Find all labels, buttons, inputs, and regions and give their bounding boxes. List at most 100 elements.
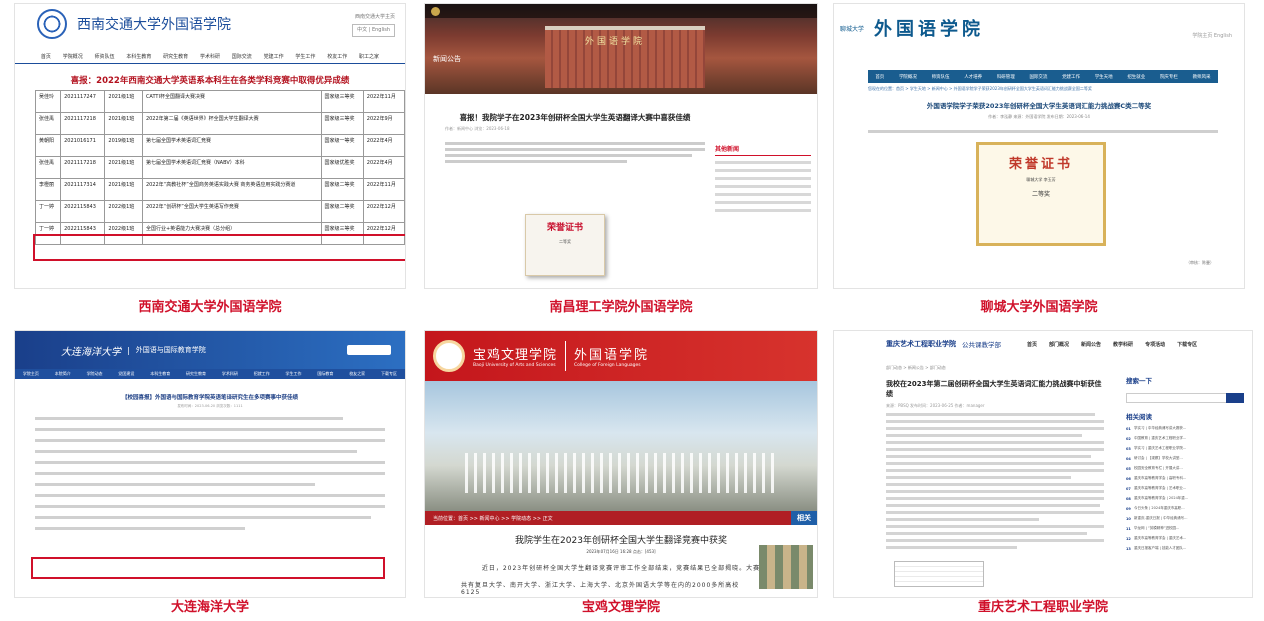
related-tab[interactable]: 相关 [791, 511, 817, 525]
related-item-number: 08 [1126, 496, 1131, 501]
nav-item[interactable]: 职工之家 [359, 53, 379, 60]
nav-item[interactable]: 下载专区 [381, 371, 397, 377]
table-cell: 国家级优胜奖 [320, 156, 364, 179]
article-headline: 外国语学院学子荣获2023年创研杯全国大学生英语词汇能力挑战赛C类二等奖 [926, 102, 1152, 110]
related-item[interactable]: 06 重庆市高等教育学会 | 高职专科... [1126, 476, 1244, 481]
related-item[interactable]: 05 校园安全教育专栏 | 开展大讲... [1126, 466, 1244, 471]
nav-item[interactable]: 首页 [1027, 341, 1037, 348]
related-item[interactable]: 10 新重庆-重庆日报 | 中华经典诵写... [1126, 516, 1244, 521]
related-item[interactable]: 03 学实习 | 重庆艺术工程职业学院... [1126, 446, 1244, 451]
nav-item[interactable]: 院庆专栏 [1160, 74, 1178, 80]
gate-sign: 外国语学院 [585, 37, 646, 47]
related-item[interactable]: 13 重庆日报客户端 | 技能人才团队... [1126, 546, 1244, 551]
search-input[interactable] [347, 345, 391, 355]
nav-item[interactable]: 招就工作 [254, 371, 270, 377]
nav-item[interactable]: 首页 [875, 74, 884, 80]
site-header: 聊城大学 外国语学院 [834, 4, 1244, 52]
related-item[interactable]: 07 重庆市高等教育学会 | 艺术职业... [1126, 486, 1244, 491]
table-row: 李橙丽 2021117314 2021级1班 2022年“高教社杯”全国商务英语实践大… [34, 178, 405, 201]
nav-item[interactable]: 学术科研 [222, 371, 238, 377]
related-item-number: 11 [1126, 526, 1131, 531]
nav-item[interactable]: 下载专区 [1177, 341, 1197, 348]
nav-item[interactable]: 学院概况 [899, 74, 917, 80]
breadcrumb[interactable]: 部门动态 > 新闻公告 > 部门动态 [886, 365, 946, 371]
related-item[interactable]: 02 中国教育 | 重庆艺术工程职业学... [1126, 436, 1244, 441]
top-right-links[interactable]: 学院主页 English [1192, 32, 1232, 39]
department-name-en: College of Foreign Languages [574, 363, 641, 368]
nav-item[interactable]: 师资队伍 [932, 74, 950, 80]
site-header: 宝鸡文理学院 Baoji University of Arts and Scie… [425, 331, 817, 381]
banner-label: 新闻公告 [433, 55, 461, 63]
related-item[interactable]: 12 重庆市高等教育学会 | 重庆艺术... [1126, 536, 1244, 541]
nav-item[interactable]: 部门概况 [1049, 341, 1069, 348]
nav-item[interactable]: 科研管理 [997, 74, 1015, 80]
table-cell: 国家级二等奖 [320, 200, 364, 223]
site-header: 重庆艺术工程职业学院 公共课教学部 首页 部门概况 新闻公告 教学科研 专项活动… [834, 331, 1252, 357]
nav-item[interactable]: 师资队伍 [95, 53, 115, 60]
campus-banner-image: 外国语学院 新闻公告 [425, 4, 817, 94]
breadcrumb[interactable]: 您现在的位置：首页 > 学生天地 > 新闻中心 > 外国语学院学子荣获2023年… [868, 86, 1092, 92]
nav-item[interactable]: 学院主页 [23, 371, 39, 377]
nav-item[interactable]: 党建工作 [1062, 74, 1080, 80]
article-headline: 我校在2023年第二届创研杯全国大学生英语词汇能力挑战赛中斩获佳绩 [886, 380, 1102, 398]
caption-baoji: 宝鸡文理学院 [581, 600, 660, 615]
nav-item[interactable]: 校友之家 [349, 371, 365, 377]
table-cell: 2021级1班 [104, 178, 143, 201]
article-text [35, 417, 385, 530]
breadcrumb-bar: 当前位置：首页 >> 新闻中心 >> 学院动态 >> 正文 相关 [425, 511, 817, 525]
related-item-number: 03 [1126, 446, 1131, 451]
language-switch[interactable]: 中文 | English [352, 24, 395, 37]
table-cell: 张佳禹 [34, 156, 62, 179]
department-name: 公共课教学部 [962, 341, 1001, 349]
nav-item[interactable]: 党团建设 [118, 371, 134, 377]
nav-item[interactable]: 首页 [41, 53, 51, 60]
nav-item[interactable]: 国际交流 [1029, 74, 1047, 80]
breadcrumb[interactable]: 当前位置：首页 >> 新闻中心 >> 学院动态 >> 正文 [433, 515, 553, 522]
table-cell: 2021级1班 [104, 112, 143, 135]
related-heading: 相关阅读 [1126, 413, 1152, 421]
nav-item[interactable]: 学院概况 [63, 53, 83, 60]
nav-item[interactable]: 研究生教育 [186, 371, 206, 377]
related-item[interactable]: 08 重庆市高等教育学会 | 2024年重... [1126, 496, 1244, 501]
nav-item[interactable]: 教学科研 [1113, 341, 1133, 348]
nav-item[interactable]: 学院动态 [87, 371, 103, 377]
nav-item[interactable]: 校友工作 [327, 53, 347, 60]
related-item[interactable]: 11 华龙网 | “劳模精神”进校园... [1126, 526, 1244, 531]
related-item-number: 09 [1126, 506, 1131, 511]
nav-item[interactable]: 本院简介 [55, 371, 71, 377]
table-cell: 第七届全国学术英语词汇竞赛（NABV）本科 [141, 156, 322, 179]
home-link[interactable]: 西南交通大学主页 [352, 13, 395, 22]
related-thumbnail-image[interactable] [759, 545, 813, 589]
nav-item[interactable]: 教师风采 [1193, 74, 1211, 80]
nav-item[interactable]: 国际交流 [232, 53, 252, 60]
table-cell: 2021016171 [60, 134, 106, 157]
related-item[interactable]: 09 今日头条 | 2024年重庆市高职... [1126, 506, 1244, 511]
nav-item[interactable]: 专项活动 [1145, 341, 1165, 348]
nav-item[interactable]: 本科生教育 [126, 53, 151, 60]
related-item[interactable]: 04 研讨会 | 【观察】学校大讲堂... [1126, 456, 1244, 461]
related-item-number: 05 [1126, 466, 1131, 471]
nav-item[interactable]: 人才培养 [964, 74, 982, 80]
related-item-number: 07 [1126, 486, 1131, 491]
results-table-image [894, 561, 984, 587]
nav-item[interactable]: 新闻公告 [1081, 341, 1101, 348]
site-topbar [425, 4, 817, 18]
related-item[interactable]: 01 学实习 | 中华经典诵写讲大赛获... [1126, 426, 1244, 431]
university-seal: 聊城大学 [840, 25, 865, 33]
search-input[interactable] [1126, 393, 1244, 403]
nav-item[interactable]: 国际教育 [317, 371, 333, 377]
certificate-image: 荣誉证书 二等奖 [525, 214, 605, 276]
nav-item[interactable]: 本科生教育 [150, 371, 170, 377]
nav-item[interactable]: 学生工作 [286, 371, 302, 377]
table-cell: 国家级一等奖 [320, 134, 364, 157]
nav-item[interactable]: 学术科研 [200, 53, 220, 60]
nav-item[interactable]: 学生天地 [1095, 74, 1113, 80]
table-cell: 2019级1班 [104, 134, 143, 157]
nav-item[interactable]: 学生工作 [295, 53, 315, 60]
caption-nanchang: 南昌理工学院外国语学院 [549, 300, 693, 315]
highlight-box [31, 557, 385, 579]
nav-item[interactable]: 党建工作 [264, 53, 284, 60]
nav-item[interactable]: 招生就业 [1127, 74, 1145, 80]
search-button[interactable] [1226, 393, 1244, 403]
nav-item[interactable]: 研究生教育 [163, 53, 188, 60]
